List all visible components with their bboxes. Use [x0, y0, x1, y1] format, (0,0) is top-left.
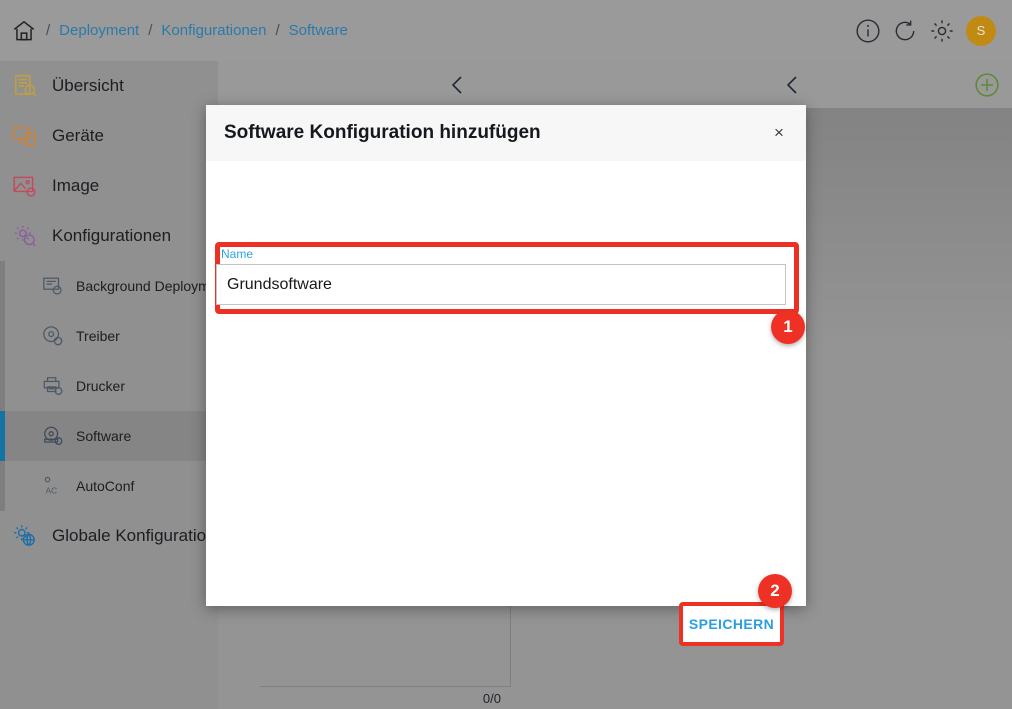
name-field-label: Name: [221, 247, 254, 261]
sidebar-item-autoconf[interactable]: AC AutoConf: [0, 461, 218, 511]
sidebar-item-label: Software: [76, 428, 132, 444]
list-counter: 0/0: [482, 690, 501, 706]
breadcrumb: / Deployment / Konfigurationen / Softwar…: [11, 18, 348, 44]
sidebar-item-geraete[interactable]: Geräte: [0, 111, 218, 161]
name-field-group: Name: [216, 247, 798, 305]
save-button[interactable]: SPEICHERN: [683, 606, 780, 642]
sidebar-item-konfigurationen[interactable]: Konfigurationen: [0, 211, 218, 261]
svg-text:AC: AC: [46, 486, 58, 495]
plus-circle-icon[interactable]: [974, 72, 1000, 98]
sidebar-item-uebersicht[interactable]: Übersicht: [0, 61, 218, 111]
breadcrumb-separator-2: /: [148, 22, 153, 39]
chevron-left-icon[interactable]: [781, 73, 805, 97]
dialog-header: Software Konfiguration hinzufügen ×: [206, 105, 806, 161]
breadcrumb-separator-1: /: [46, 22, 51, 39]
name-input[interactable]: [216, 264, 786, 305]
sidebar-item-software[interactable]: Software: [0, 411, 218, 461]
sidebar-item-label: AutoConf: [76, 478, 135, 494]
sidebar-item-label: Geräte: [52, 126, 104, 145]
sidebar-item-label: Übersicht: [52, 76, 124, 95]
sidebar-item-treiber[interactable]: Treiber: [0, 311, 218, 361]
sidebar: Übersicht Geräte Image Konfigurationen B…: [0, 61, 229, 709]
list-pane-toolbar: [218, 61, 511, 108]
configurations-icon: [12, 223, 38, 249]
avatar[interactable]: S: [966, 15, 996, 46]
breadcrumb-separator-3: /: [275, 22, 280, 39]
refresh-icon[interactable]: [892, 18, 918, 44]
list-counter-footer: 0/0: [260, 686, 511, 709]
sidebar-item-globale-konfiguration[interactable]: Globale Konfiguration: [0, 511, 218, 561]
breadcrumb-item-deployment[interactable]: Deployment: [59, 22, 139, 39]
image-icon: [12, 173, 38, 199]
sidebar-item-background-deployment[interactable]: Background Deployment: [0, 261, 229, 311]
background-deployment-icon: [42, 275, 64, 297]
topbar-actions: S: [855, 0, 996, 61]
sidebar-item-label: Konfigurationen: [52, 226, 172, 245]
close-icon[interactable]: ×: [768, 122, 790, 144]
sidebar-subgroup: Background Deployment Treiber Drucker So…: [0, 261, 229, 511]
sidebar-item-drucker[interactable]: Drucker: [0, 361, 218, 411]
autoconf-icon: AC: [42, 475, 64, 497]
breadcrumb-item-software[interactable]: Software: [289, 22, 348, 39]
dialog-body: Name 1 SPEICHERN 2: [206, 161, 806, 646]
info-icon[interactable]: [855, 18, 881, 44]
step-badge-2: 2: [758, 574, 792, 608]
sidebar-item-label: Globale Konfiguration: [52, 526, 216, 545]
sidebar-item-label: Image: [52, 176, 100, 195]
breadcrumb-item-konfigurationen[interactable]: Konfigurationen: [161, 22, 266, 39]
dialog-title: Software Konfiguration hinzufügen: [224, 122, 541, 143]
global-configuration-icon: [12, 523, 38, 549]
printer-icon: [42, 375, 64, 397]
devices-icon: [12, 123, 38, 149]
software-icon: [42, 425, 64, 447]
driver-icon: [42, 325, 64, 347]
detail-pane-toolbar: [511, 61, 1012, 108]
add-software-configuration-dialog: Software Konfiguration hinzufügen × Name…: [206, 105, 806, 646]
gear-icon[interactable]: [929, 18, 955, 44]
home-icon[interactable]: [11, 18, 37, 44]
overview-icon: [12, 73, 38, 99]
top-bar: / Deployment / Konfigurationen / Softwar…: [0, 0, 1012, 61]
chevron-left-icon[interactable]: [446, 73, 470, 97]
sidebar-item-image[interactable]: Image: [0, 161, 218, 211]
sidebar-item-label: Drucker: [76, 378, 126, 394]
sidebar-item-label: Treiber: [76, 328, 120, 344]
step-badge-1: 1: [771, 310, 805, 344]
